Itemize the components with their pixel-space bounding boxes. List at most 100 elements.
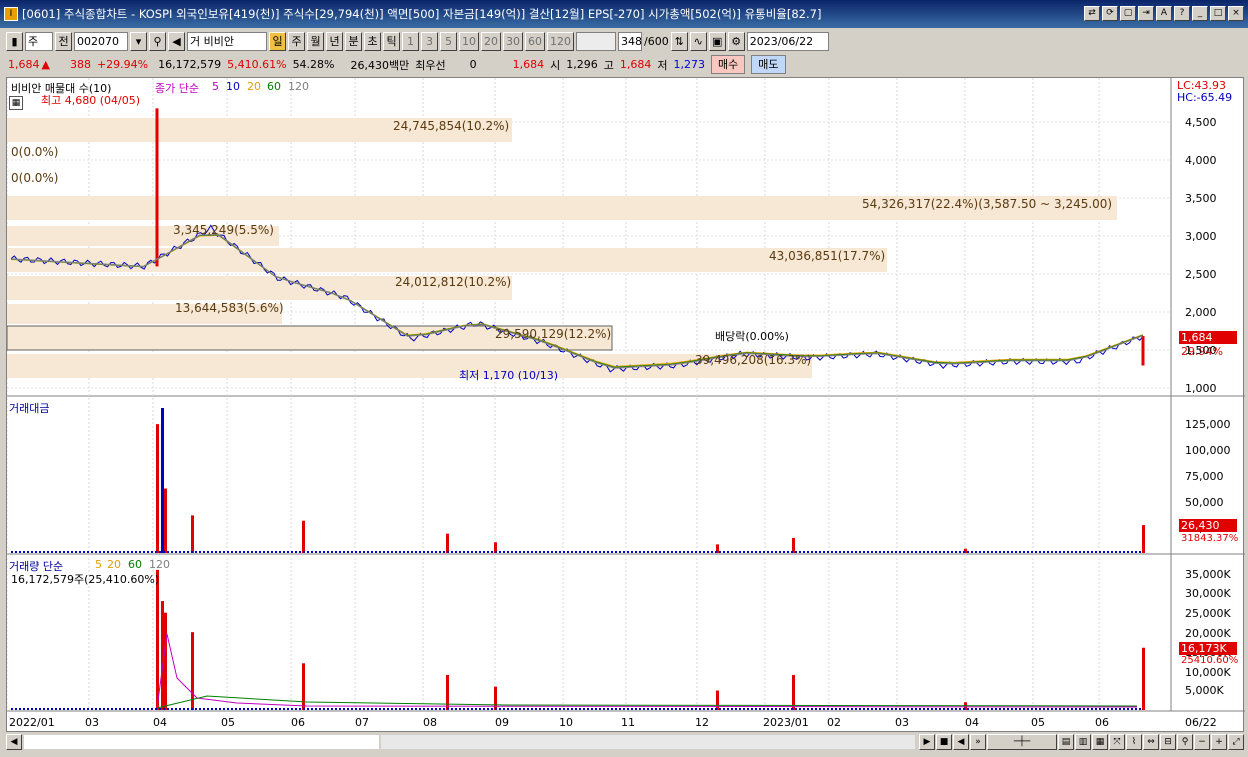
interval-input[interactable] xyxy=(576,31,616,51)
amount-bar xyxy=(219,551,221,553)
interval-20[interactable]: 20 xyxy=(481,31,501,51)
code-input[interactable]: 002070 xyxy=(74,31,128,51)
interval-1[interactable]: 1 xyxy=(402,31,419,51)
count-input[interactable]: 348 xyxy=(618,31,642,51)
volume-bar xyxy=(503,708,505,710)
interval-30[interactable]: 30 xyxy=(503,31,523,51)
prev-button[interactable]: 전 xyxy=(55,31,72,51)
maximize-button[interactable]: □ xyxy=(1210,6,1226,21)
amount-bar xyxy=(319,551,321,553)
volume-bar xyxy=(827,708,829,710)
speaker-icon[interactable]: ◀ xyxy=(168,31,185,51)
stock-name[interactable]: 거 비비안 xyxy=(187,31,267,51)
low-value: 1,273 xyxy=(673,58,706,71)
volume-bar xyxy=(771,708,773,710)
drag-icon[interactable]: ⇔ xyxy=(1143,734,1159,750)
refresh-icon[interactable]: ⟳ xyxy=(1102,6,1118,21)
amount-bar xyxy=(1111,551,1113,553)
volume-bar xyxy=(779,708,781,710)
scroll-track[interactable] xyxy=(381,735,915,749)
volume-bar xyxy=(395,708,397,710)
amount-bar xyxy=(335,551,337,553)
volume-bar xyxy=(683,708,685,710)
amount-bar xyxy=(283,551,285,553)
compare-icon[interactable]: ∿ xyxy=(689,31,707,51)
buy-button[interactable]: 매수 xyxy=(711,55,746,74)
settings-icon[interactable]: ⚙ xyxy=(727,31,745,51)
scroll-thumb[interactable] xyxy=(24,735,379,749)
period-second[interactable]: 초 xyxy=(364,31,381,51)
x-axis-label: 06 xyxy=(291,716,305,729)
chart-tool-icon[interactable]: ⇅ xyxy=(670,31,688,51)
amount-bar xyxy=(143,551,145,553)
fit-icon[interactable]: ⊟ xyxy=(1160,734,1176,750)
link-icon[interactable]: ⇄ xyxy=(1084,6,1100,21)
layout-icon[interactable]: ▤ xyxy=(1058,734,1074,750)
menu-icon[interactable]: ▮ xyxy=(6,31,23,51)
period-week[interactable]: 주 xyxy=(288,31,305,51)
fast-forward-icon[interactable]: » xyxy=(970,734,986,750)
volume-bar xyxy=(1131,708,1133,710)
sell-button[interactable]: 매도 xyxy=(751,55,786,74)
volume-bar xyxy=(615,708,617,710)
volume-bar xyxy=(751,708,753,710)
interval-10[interactable]: 10 xyxy=(459,31,479,51)
period-tick[interactable]: 틱 xyxy=(383,31,400,51)
amount-bar xyxy=(619,551,621,553)
amount-bar xyxy=(959,551,961,553)
interval-5[interactable]: 5 xyxy=(440,31,457,51)
volume-bar xyxy=(871,708,873,710)
interval-120[interactable]: 120 xyxy=(547,31,574,51)
amount-bar xyxy=(403,551,405,553)
scrollbar[interactable]: ◀ ▶ ■ ◀ » ─┼─ ▤ ▥ ▦ ⤧ ⌇ ⇔ ⊟ ⚲ − + ⤢ xyxy=(6,733,1244,751)
amount-bar xyxy=(479,551,481,553)
pin-icon[interactable]: ⇥ xyxy=(1138,6,1154,21)
zoom-in-icon[interactable]: + xyxy=(1211,734,1227,750)
tool-b-icon[interactable]: ▦ xyxy=(1092,734,1108,750)
volume-bar xyxy=(735,708,737,710)
chart-area[interactable]: 24,745,854(10.2%) 0(0.0%) 0(0.0%) 54,326,31… xyxy=(6,77,1245,733)
help-icon[interactable]: ? xyxy=(1174,6,1190,21)
window-icon[interactable]: ▢ xyxy=(1120,6,1136,21)
close-button[interactable]: × xyxy=(1228,6,1244,21)
ma-60: 60 xyxy=(267,80,281,93)
stop-icon[interactable]: ■ xyxy=(936,734,952,750)
zoom-slider[interactable]: ─┼─ xyxy=(987,734,1057,750)
period-year[interactable]: 년 xyxy=(326,31,343,51)
dropdown-icon[interactable]: ▾ xyxy=(130,31,147,51)
chart-svg[interactable]: 24,745,854(10.2%) 0(0.0%) 0(0.0%) 54,326,31… xyxy=(7,78,1245,733)
period-month[interactable]: 월 xyxy=(307,31,324,51)
amount-bar xyxy=(727,551,729,553)
play-icon[interactable]: ▶ xyxy=(919,734,935,750)
ruler-icon[interactable]: ⌇ xyxy=(1126,734,1142,750)
minimize-button[interactable]: _ xyxy=(1192,6,1208,21)
volume-bar xyxy=(935,708,937,710)
zoom-out-icon[interactable]: − xyxy=(1194,734,1210,750)
amount-bar xyxy=(967,551,969,553)
arrows-icon[interactable]: ⤧ xyxy=(1109,734,1125,750)
amount-bar xyxy=(123,551,125,553)
font-icon[interactable]: A xyxy=(1156,6,1172,21)
amount-bar xyxy=(691,551,693,553)
rewind-icon[interactable]: ◀ xyxy=(953,734,969,750)
expand-icon[interactable]: ⤢ xyxy=(1228,734,1244,750)
amount-bar xyxy=(595,551,597,553)
volume-bar xyxy=(531,708,533,710)
scroll-left-icon[interactable]: ◀ xyxy=(6,734,22,750)
amount-bar xyxy=(423,551,425,553)
type-select[interactable]: 주 xyxy=(25,31,53,51)
date-input[interactable]: 2023/06/22 xyxy=(746,31,829,51)
period-day[interactable]: 일 xyxy=(269,31,286,51)
interval-3[interactable]: 3 xyxy=(421,31,438,51)
tool-a-icon[interactable]: ▥ xyxy=(1075,734,1091,750)
volume-bar xyxy=(643,708,645,710)
zoom-icon[interactable]: ⚲ xyxy=(1177,734,1193,750)
amount-bar xyxy=(167,551,169,553)
volume-bar xyxy=(1059,708,1061,710)
period-minute[interactable]: 분 xyxy=(345,31,362,51)
save-icon[interactable]: ▣ xyxy=(708,31,726,51)
search-icon[interactable]: ⚲ xyxy=(149,31,166,51)
volume-bar xyxy=(663,708,665,710)
interval-60[interactable]: 60 xyxy=(525,31,545,51)
grid-icon[interactable]: ▦ xyxy=(9,96,23,110)
